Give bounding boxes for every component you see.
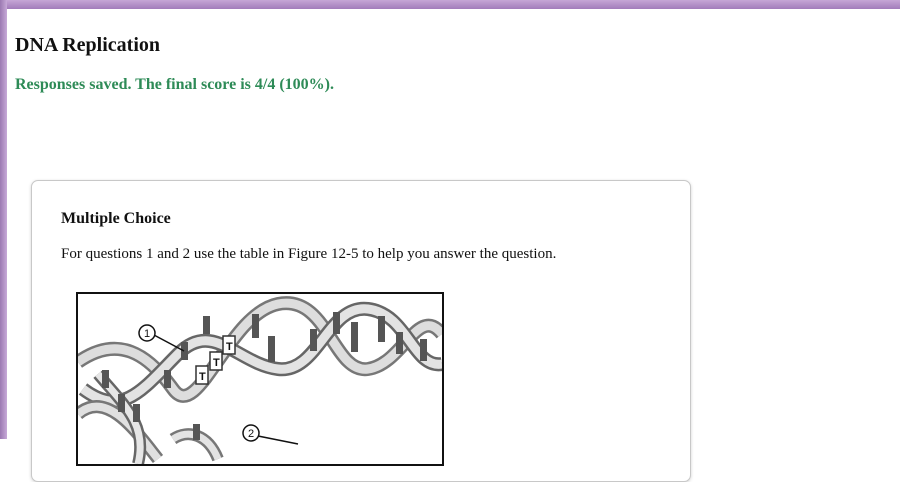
question-instructions: For questions 1 and 2 use the table in F… — [61, 246, 557, 262]
svg-text:T: T — [199, 371, 206, 383]
page-title: DNA Replication — [15, 34, 160, 56]
svg-text:T: T — [213, 357, 220, 369]
page-content: DNA Replication Responses saved. The fin… — [7, 9, 900, 482]
window-top-border — [0, 0, 900, 9]
callout-1-label: 1 — [144, 328, 150, 340]
callout-2-label: 2 — [248, 428, 254, 440]
question-card: Multiple Choice For questions 1 and 2 us… — [31, 180, 691, 482]
window-left-border — [0, 0, 7, 439]
svg-text:T: T — [226, 341, 233, 353]
dna-figure: T T T 1 2 — [76, 292, 444, 466]
score-status-message: Responses saved. The final score is 4/4 … — [15, 76, 334, 93]
card-heading: Multiple Choice — [61, 210, 171, 227]
